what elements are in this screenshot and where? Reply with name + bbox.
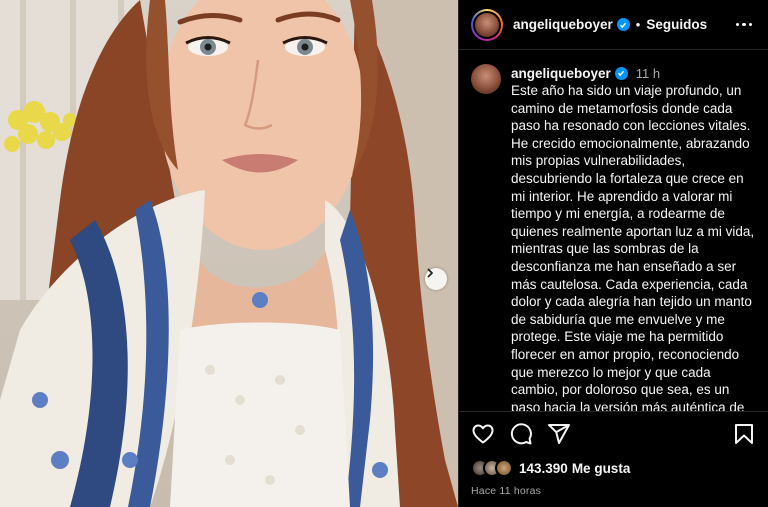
post-photo[interactable] bbox=[0, 0, 458, 507]
header-username[interactable]: angeliqueboyer bbox=[513, 17, 613, 32]
selfie-image bbox=[0, 0, 458, 507]
verified-badge-icon bbox=[616, 18, 630, 31]
caption-text: Este año ha sido un viaje profundo, un c… bbox=[511, 83, 755, 411]
caption-username[interactable]: angeliqueboyer bbox=[511, 66, 611, 81]
caption-header: angeliqueboyer 11 h bbox=[511, 64, 758, 82]
caption-body: angeliqueboyer 11 h Este año ha sido un … bbox=[511, 64, 758, 412]
likes-count[interactable]: 143.390 Me gusta bbox=[519, 461, 630, 476]
separator: • bbox=[635, 17, 641, 32]
next-photo-button[interactable] bbox=[425, 268, 447, 290]
bookmark-icon[interactable] bbox=[732, 422, 756, 446]
following-button[interactable]: Seguidos bbox=[646, 17, 707, 32]
comment-icon[interactable] bbox=[509, 422, 533, 446]
post-timestamp[interactable]: Hace 11 horas bbox=[459, 481, 768, 507]
share-icon[interactable] bbox=[547, 422, 571, 446]
post-side-panel: angeliqueboyer • Seguidos angeliqueboyer… bbox=[458, 0, 768, 507]
likes-label: Me gusta bbox=[571, 460, 631, 476]
caption-avatar[interactable] bbox=[471, 64, 501, 94]
heart-icon[interactable] bbox=[471, 422, 495, 446]
caption-time[interactable]: 11 h bbox=[636, 66, 660, 81]
liker-avatar[interactable] bbox=[495, 459, 513, 477]
instagram-post-view: angeliqueboyer • Seguidos angeliqueboyer… bbox=[0, 0, 768, 507]
caption-area[interactable]: angeliqueboyer 11 h Este año ha sido un … bbox=[459, 50, 768, 411]
likes-row: 143.390 Me gusta bbox=[459, 455, 768, 481]
post-header: angeliqueboyer • Seguidos bbox=[459, 0, 768, 50]
more-options-icon[interactable] bbox=[732, 19, 757, 31]
verified-badge-icon bbox=[614, 66, 628, 80]
chevron-right-icon bbox=[427, 268, 433, 278]
avatar[interactable] bbox=[471, 8, 503, 41]
action-bar bbox=[459, 411, 768, 455]
likes-number: 143.390 bbox=[519, 460, 568, 476]
